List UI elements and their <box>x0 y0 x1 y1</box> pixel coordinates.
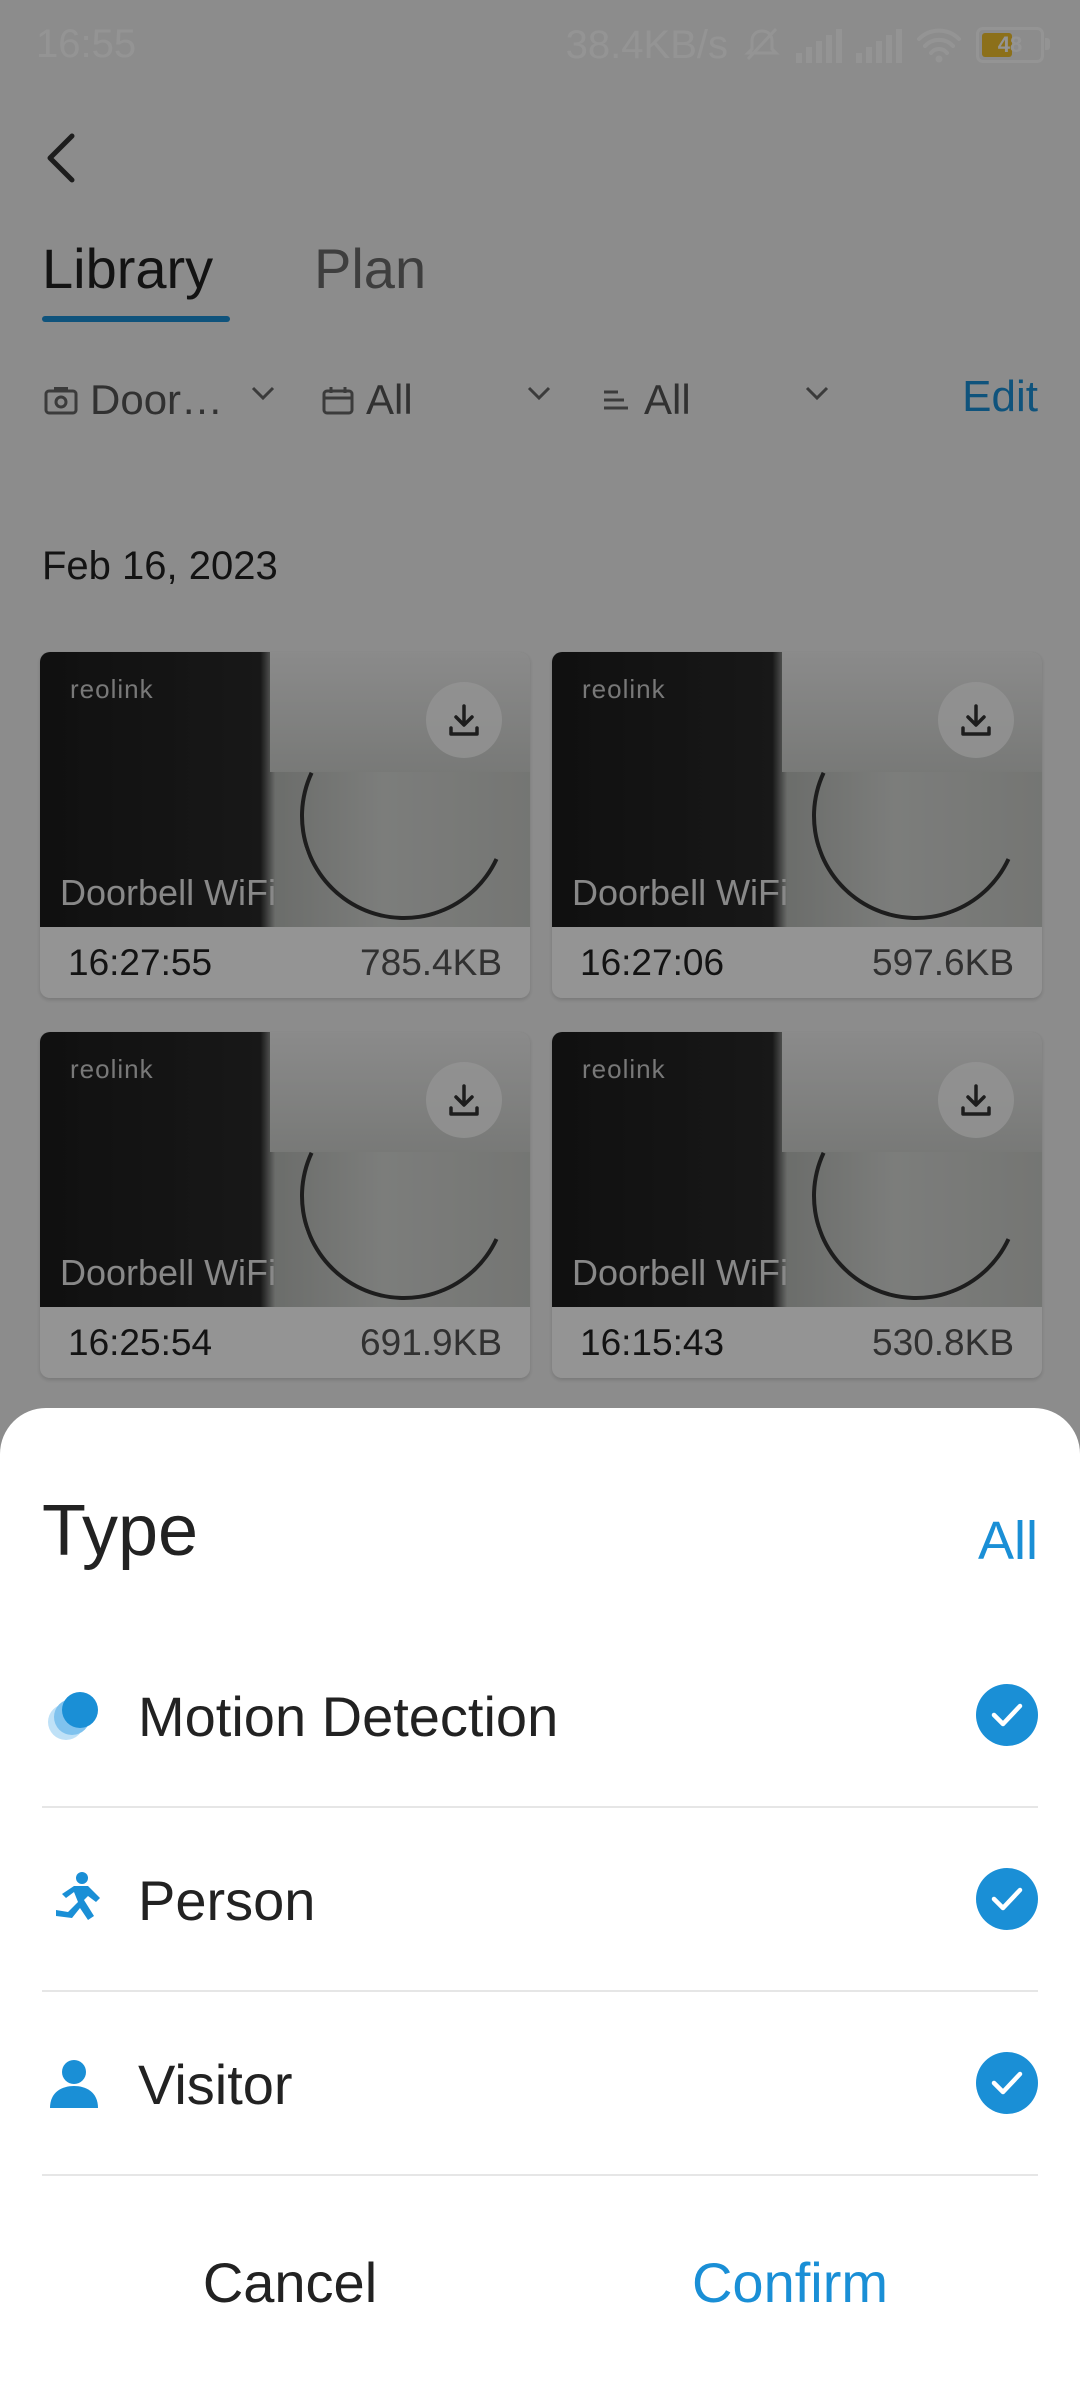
confirm-button[interactable]: Confirm <box>590 2250 990 2315</box>
visitor-icon <box>50 2060 98 2108</box>
checkbox-checked-icon[interactable] <box>976 1868 1038 1930</box>
option-label: Motion Detection <box>138 1685 559 1748</box>
person-running-icon <box>56 1872 100 1920</box>
option-person[interactable]: Person <box>0 1806 1080 1990</box>
checkbox-checked-icon[interactable] <box>976 2052 1038 2114</box>
option-label: Visitor <box>138 2053 293 2116</box>
checkbox-checked-icon[interactable] <box>976 1684 1038 1746</box>
motion-icon <box>48 1692 98 1740</box>
option-label: Person <box>138 1869 316 1932</box>
divider <box>42 2174 1038 2176</box>
option-visitor[interactable]: Visitor <box>0 1990 1080 2174</box>
cancel-button[interactable]: Cancel <box>90 2250 490 2315</box>
option-motion-detection[interactable]: Motion Detection <box>0 1622 1080 1806</box>
select-all-button[interactable]: All <box>978 1510 1038 1572</box>
sheet-title: Type <box>42 1491 199 1571</box>
